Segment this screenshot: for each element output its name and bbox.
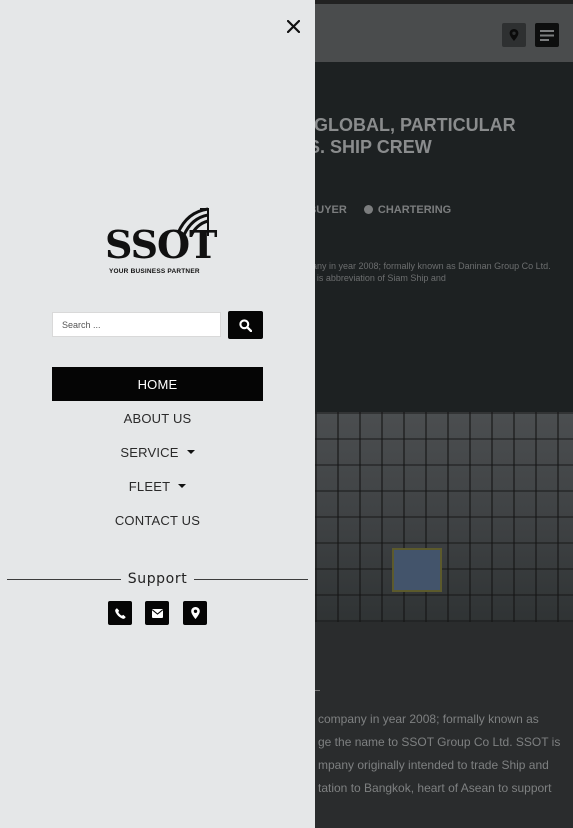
search-form — [52, 311, 264, 339]
caret-down-icon[interactable] — [178, 484, 187, 488]
main-navigation: HOME ABOUT US SERVICE FLEET CONTACT US — [52, 367, 263, 537]
about-line: mpany originally intended to trade Ship … — [318, 758, 549, 772]
close-icon — [286, 19, 300, 33]
location-button[interactable] — [502, 23, 526, 47]
nav-item-label: CONTACT US — [114, 512, 201, 528]
divider-line — [7, 578, 121, 580]
nav-item-about-us[interactable]: ABOUT US — [52, 401, 263, 435]
nav-item-label: ABOUT US — [123, 410, 192, 426]
hero-description: company in year 2008; formally known as … — [290, 261, 551, 283]
check-circle-icon — [363, 205, 373, 214]
search-button[interactable] — [228, 311, 263, 339]
hero-tags: SH BUYER CHARTERING — [290, 204, 465, 216]
menu-icon — [540, 29, 554, 41]
about-line: company in year 2008; formally known as — [318, 712, 539, 726]
location-contact-button[interactable] — [183, 601, 207, 625]
nav-item-contact-us[interactable]: CONTACT US — [52, 503, 263, 537]
about-line: ge the name to SSOT Group Co Ltd. SSOT i… — [318, 735, 561, 749]
nav-item-fleet[interactable]: FLEET — [52, 469, 263, 503]
search-input[interactable] — [52, 312, 221, 337]
phone-icon — [114, 607, 126, 619]
caret-down-icon[interactable] — [186, 450, 195, 454]
scaffolding-image — [315, 412, 573, 622]
hero-tag: CHARTERING — [363, 204, 452, 216]
hero-tag-label: CHARTERING — [377, 204, 452, 216]
divider-line — [194, 578, 309, 580]
nav-item-label: SERVICE — [120, 444, 179, 460]
nav-item-label: HOME — [137, 376, 178, 392]
site-logo[interactable]: SSOT YOUR BUSINESS PARTNER — [104, 207, 217, 279]
nav-item-home[interactable]: HOME — [52, 367, 263, 401]
about-line: tation to Bangkok, heart of Asean to sup… — [318, 781, 552, 795]
nav-item-label: FLEET — [128, 478, 171, 494]
support-divider: Support — [7, 568, 309, 590]
about-text: company in year 2008; formally known as … — [318, 708, 568, 800]
machinery-image — [392, 548, 442, 592]
logo-tagline: YOUR BUSINESS PARTNER — [109, 268, 200, 275]
phone-button[interactable] — [108, 601, 132, 625]
hero-title-line: D GLOBAL, PARTICULAR — [296, 115, 516, 135]
search-icon — [239, 318, 252, 332]
close-menu-button[interactable] — [283, 16, 303, 36]
logo-wordmark: SSOT — [105, 222, 217, 267]
hamburger-menu-button[interactable] — [535, 23, 559, 47]
hero-title: D GLOBAL, PARTICULAR ES. SHIP CREW — [296, 114, 566, 158]
support-heading: Support — [127, 571, 188, 587]
map-pin-icon — [509, 29, 519, 41]
contact-icon-list — [108, 601, 207, 625]
offcanvas-menu: SSOT YOUR BUSINESS PARTNER HOME ABOUT US… — [0, 0, 315, 828]
nav-item-service[interactable]: SERVICE — [52, 435, 263, 469]
envelope-icon — [151, 608, 163, 618]
email-button[interactable] — [145, 601, 169, 625]
map-pin-icon — [190, 607, 200, 619]
hero-title-line: ES. SHIP CREW — [296, 137, 432, 157]
